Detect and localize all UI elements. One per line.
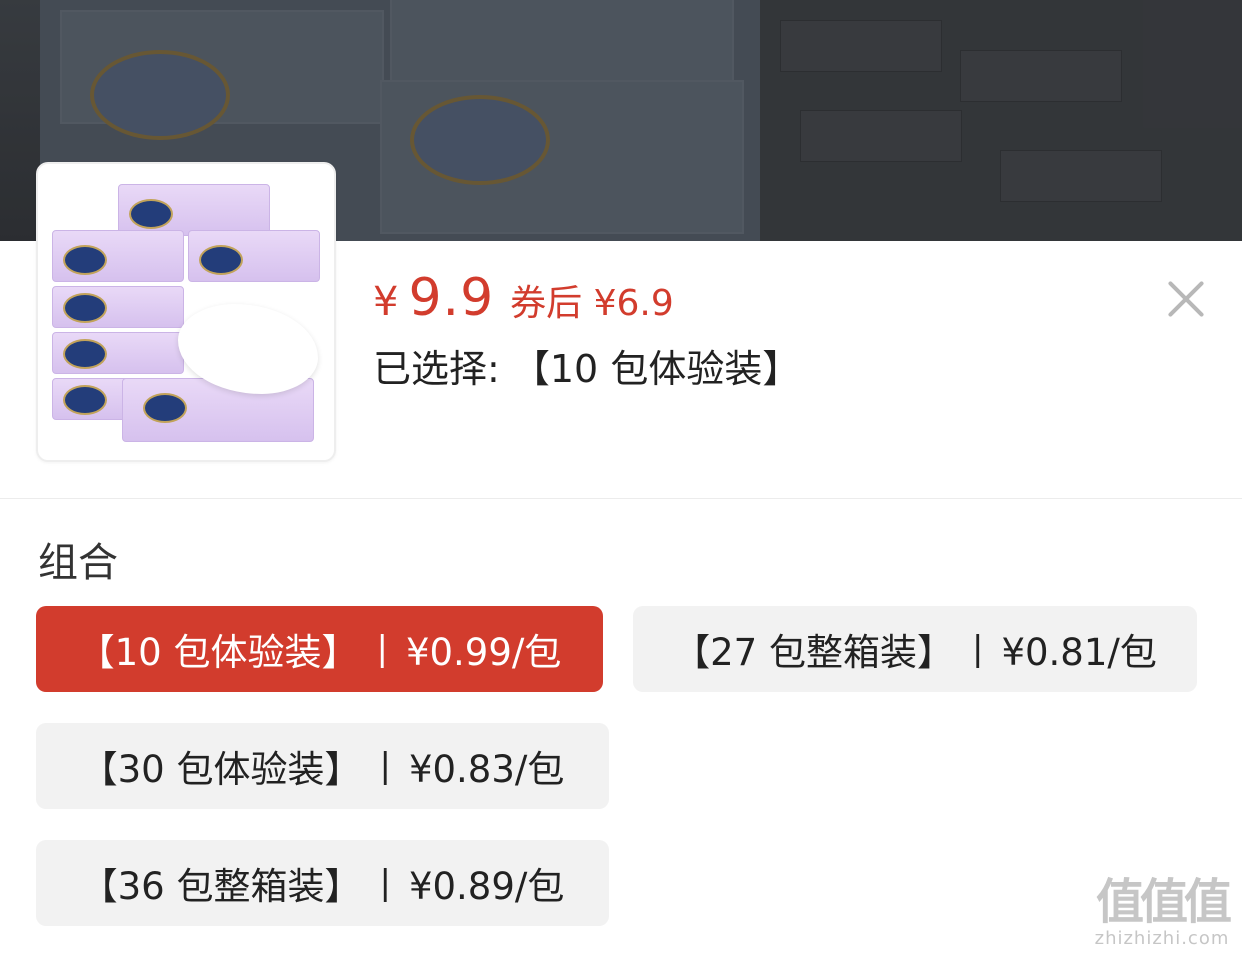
option-separator: |	[376, 629, 388, 669]
option-label: 【36 包整箱装】	[80, 865, 362, 908]
watermark-mark: 值值值	[1095, 874, 1232, 930]
currency-symbol: ¥	[373, 279, 399, 325]
option-30-pack[interactable]: 【30 包体验装】 | ¥0.83/包	[36, 723, 609, 809]
option-unit-price: ¥0.89/包	[408, 865, 565, 908]
option-label: 【30 包体验装】	[80, 748, 362, 791]
option-separator: |	[379, 746, 391, 786]
option-10-pack[interactable]: 【10 包体验装】 | ¥0.99/包	[36, 606, 603, 692]
option-unit-price: ¥0.99/包	[405, 631, 562, 674]
option-unit-price: ¥0.81/包	[1001, 631, 1157, 674]
option-group-title: 组合	[38, 540, 118, 586]
coupon-price: 券后 ¥6.9	[510, 283, 674, 324]
site-watermark: 值值值 zhizhizhi.com	[1092, 876, 1232, 956]
product-thumbnail[interactable]	[36, 162, 336, 462]
option-separator: |	[379, 863, 391, 903]
option-separator: |	[971, 629, 984, 669]
option-label: 【27 包整箱装】	[673, 631, 954, 674]
close-icon[interactable]	[1162, 275, 1210, 323]
divider	[0, 498, 1242, 499]
option-unit-price: ¥0.83/包	[408, 748, 565, 791]
option-27-pack[interactable]: 【27 包整箱装】 | ¥0.81/包	[633, 606, 1197, 692]
price-row: ¥ 9.9 券后 ¥6.9	[373, 268, 674, 328]
option-label: 【10 包体验装】	[77, 631, 359, 674]
selected-variant-text: 已选择: 【10 包体验装】	[373, 347, 801, 391]
option-36-pack[interactable]: 【36 包整箱装】 | ¥0.89/包	[36, 840, 609, 926]
watermark-url: zhizhizhi.com	[1094, 928, 1230, 949]
price-value: 9.9	[408, 268, 495, 328]
